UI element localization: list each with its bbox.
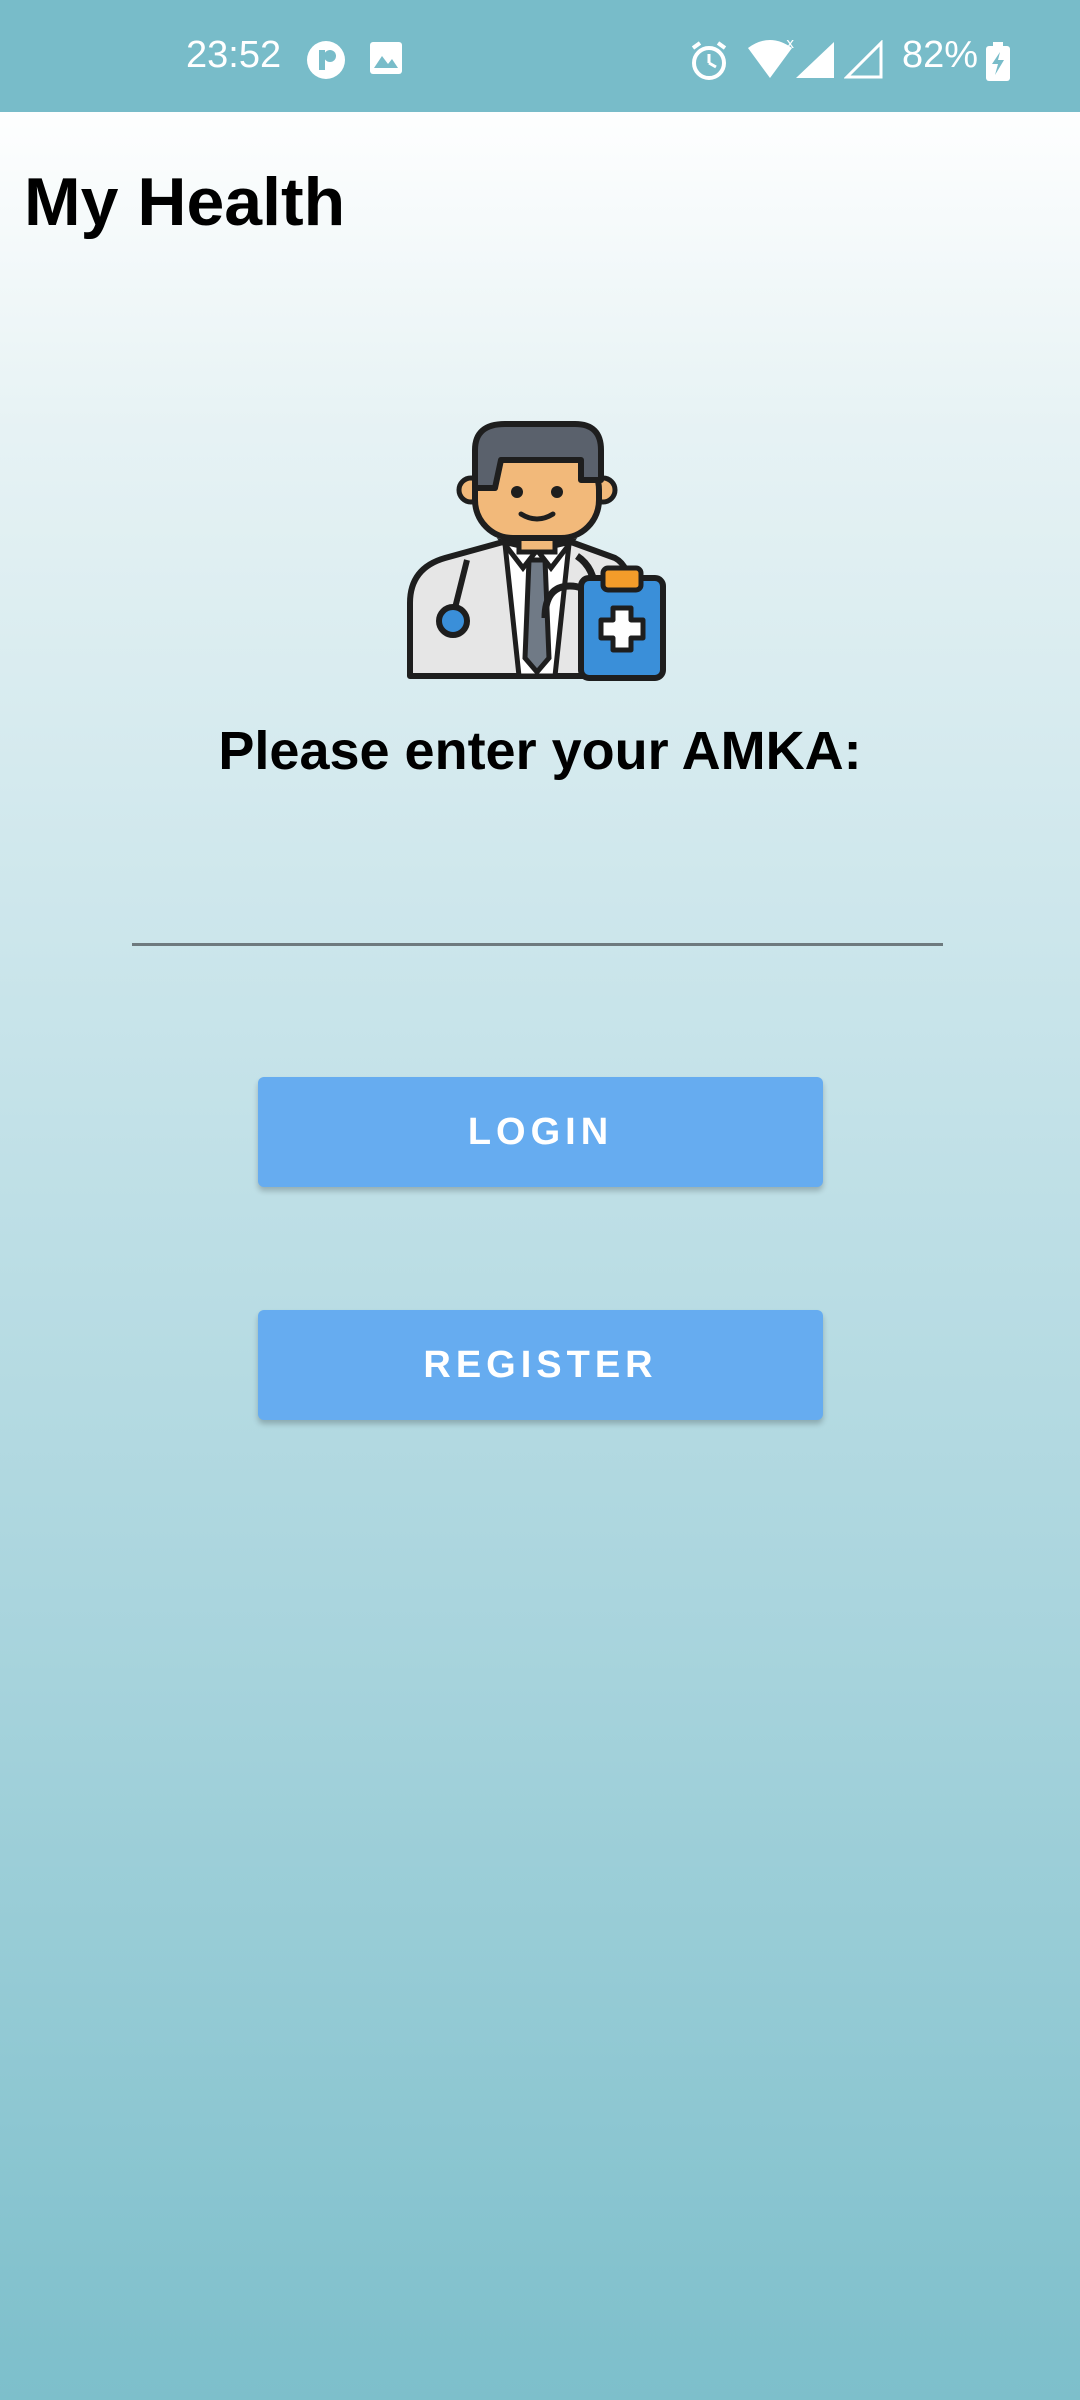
amka-input[interactable]	[132, 856, 943, 946]
register-button[interactable]: REGISTER	[258, 1310, 823, 1420]
battery-percentage: 82%	[902, 34, 979, 76]
signal-icon	[794, 40, 836, 85]
amka-prompt: Please enter your AMKA:	[218, 721, 862, 781]
doctor-illustration-icon	[407, 421, 666, 681]
login-button[interactable]: LOGIN	[258, 1077, 823, 1187]
battery-charging-icon	[984, 42, 1012, 87]
image-icon	[368, 40, 404, 81]
app-notification-icon	[306, 40, 346, 85]
app-title: My Health	[24, 164, 346, 240]
signal-empty-icon	[843, 39, 884, 85]
wifi-icon: x	[746, 36, 794, 85]
status-bar: 23:52 x 82%	[0, 0, 1080, 112]
status-time: 23:52	[186, 34, 282, 76]
svg-text:x: x	[786, 38, 794, 52]
alarm-icon	[688, 40, 730, 87]
